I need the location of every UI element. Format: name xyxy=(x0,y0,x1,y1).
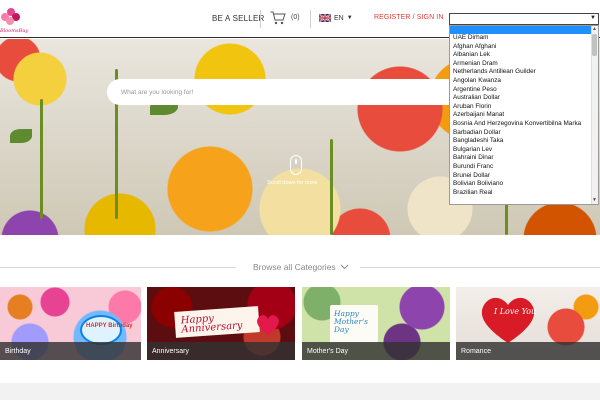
currency-option[interactable]: Afghan Afghani xyxy=(453,43,598,52)
currency-option[interactable]: Australian Dollar xyxy=(453,94,598,103)
currency-option[interactable]: Brunei Dollar xyxy=(453,172,598,181)
search-input[interactable] xyxy=(121,86,441,98)
browse-categories-label[interactable]: Browse all Categories xyxy=(253,262,336,272)
card-caption: Romance xyxy=(456,342,600,360)
category-card-romance[interactable]: I Love You Romance xyxy=(456,287,600,360)
currency-option-list: UAE Dirham Afghan Afghani Albanian Lek A… xyxy=(450,34,598,197)
heart-balloon-icon xyxy=(481,297,535,343)
language-code: EN xyxy=(334,14,344,22)
scrollbar-thumb[interactable] xyxy=(592,34,597,56)
footer-band xyxy=(0,383,600,400)
card-caption: Anniversary xyxy=(147,342,295,360)
currency-option[interactable]: Burundi Franc xyxy=(453,163,598,172)
cart-icon[interactable] xyxy=(270,11,286,25)
search-bar[interactable] xyxy=(107,79,489,105)
scroll-down-arrow-icon[interactable]: ▼ xyxy=(591,197,598,204)
currency-option[interactable]: Azerbaijani Manat xyxy=(453,111,598,120)
birthday-balloon-text: HAPPY Birthday xyxy=(86,323,133,329)
logo-petal xyxy=(6,17,14,25)
scroll-hint: Scroll down for more xyxy=(267,180,318,186)
currency-option-selected[interactable] xyxy=(450,26,598,34)
card-caption: Birthday xyxy=(0,342,141,360)
card-caption-text: Mother's Day xyxy=(307,348,349,355)
currency-option[interactable]: Brazilian Real xyxy=(453,189,598,198)
currency-select[interactable]: ▼ xyxy=(449,13,599,25)
currency-option[interactable]: UAE Dirham xyxy=(453,34,598,43)
flower-stem xyxy=(330,139,333,235)
flower-leaf xyxy=(10,129,32,143)
currency-option[interactable]: Albanian Lek xyxy=(453,51,598,60)
header-divider xyxy=(310,10,311,28)
category-card-birthday[interactable]: HAPPY Birthday Birthday xyxy=(0,287,141,360)
card-caption: Mother's Day xyxy=(302,342,450,360)
currency-option[interactable]: Bulgarian Lev xyxy=(453,146,598,155)
category-card-anniversary[interactable]: Happy Anniversary Anniversary xyxy=(147,287,295,360)
page: BloomsBuy BE A SELLER (0) EN ▼ REGISTER … xyxy=(0,0,600,400)
chevron-down-icon[interactable] xyxy=(340,262,349,271)
category-card-mothers-day[interactable]: Happy Mother's Day Mother's Day xyxy=(302,287,450,360)
currency-option[interactable]: Netherlands Antillean Guilder xyxy=(453,68,598,77)
birthday-balloon: HAPPY Birthday xyxy=(80,315,133,345)
currency-option[interactable]: Bolivian Boliviano xyxy=(453,180,598,189)
currency-option[interactable]: Argentine Peso xyxy=(453,86,598,95)
mothers-day-tag: Happy Mother's Day xyxy=(330,305,378,343)
flower-stem xyxy=(40,99,43,219)
logo[interactable]: BloomsBuy xyxy=(0,6,28,34)
anniversary-note-text: Happy Anniversary xyxy=(180,313,243,336)
category-divider-left xyxy=(0,267,236,268)
category-divider-right xyxy=(360,267,600,268)
be-seller-link[interactable]: BE A SELLER xyxy=(212,14,264,23)
mouse-wheel xyxy=(295,159,297,164)
anniversary-note: Happy Anniversary xyxy=(174,306,260,338)
scroll-up-arrow-icon[interactable]: ▲ xyxy=(591,26,598,33)
card-caption-text: Anniversary xyxy=(152,348,189,355)
currency-option[interactable]: Aruban Florin xyxy=(453,103,598,112)
currency-option[interactable]: Bosnia And Herzegovina Konvertibilna Mar… xyxy=(453,120,598,129)
language-selector[interactable]: EN ▼ xyxy=(319,13,353,23)
currency-option[interactable]: Armenian Dram xyxy=(453,60,598,69)
uk-flag-icon xyxy=(319,14,331,22)
select-caret-icon: ▼ xyxy=(590,15,596,21)
card-caption-text: Romance xyxy=(461,348,491,355)
register-signin-link[interactable]: REGISTER / SIGN IN xyxy=(374,14,443,21)
caret-down-icon: ▼ xyxy=(346,15,353,21)
card-caption-text: Birthday xyxy=(5,348,31,355)
heart-balloon-text: I Love You xyxy=(494,307,537,316)
currency-option[interactable]: Bahraini Dinar xyxy=(453,154,598,163)
mothers-day-tag-text: Happy Mother's Day xyxy=(334,309,368,334)
currency-option[interactable]: Barbadian Dollar xyxy=(453,129,598,138)
currency-option[interactable]: Bangladeshi Taka xyxy=(453,137,598,146)
dropdown-scrollbar[interactable]: ▲ ▼ xyxy=(591,26,598,204)
header-divider xyxy=(260,10,261,28)
logo-text: BloomsBuy xyxy=(0,28,29,34)
heart-icon xyxy=(257,315,279,335)
currency-option[interactable]: Angolan Kwanza xyxy=(453,77,598,86)
mouse-scroll-icon[interactable] xyxy=(290,155,302,175)
cart-count[interactable]: (0) xyxy=(291,14,300,21)
currency-dropdown[interactable]: UAE Dirham Afghan Afghani Albanian Lek A… xyxy=(449,25,599,205)
